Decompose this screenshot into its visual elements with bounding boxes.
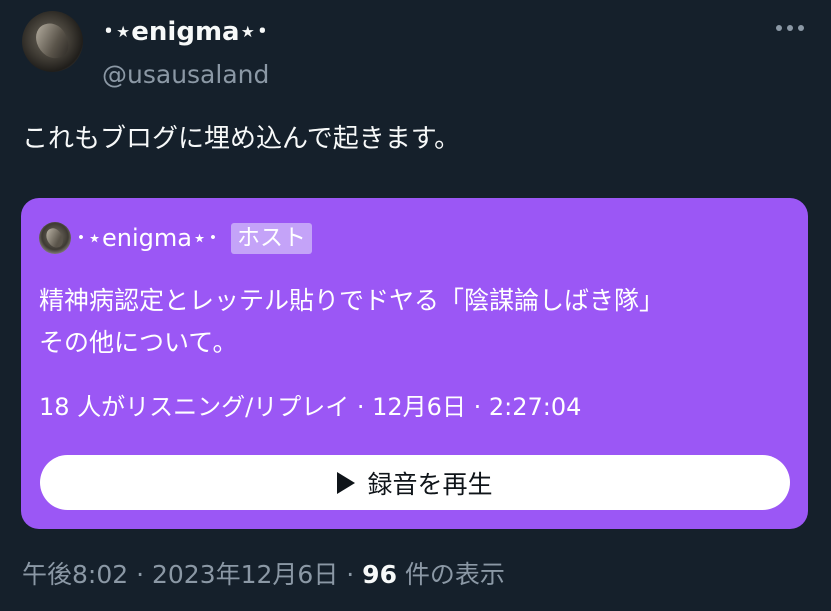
- footer-separator: ·: [338, 560, 363, 589]
- space-title: 精神病認定とレッテル貼りでドヤる「陰謀論しばき隊」 その他について。: [39, 280, 799, 364]
- space-host-row: ･⋆enigma⋆･ ホスト: [39, 216, 313, 260]
- space-title-line-1: 精神病認定とレッテル貼りでドヤる「陰謀論しばき隊」: [39, 286, 665, 315]
- host-badge: ホスト: [231, 222, 313, 254]
- author-handle[interactable]: @usausaland: [102, 56, 269, 94]
- play-recording-label: 録音を再生: [367, 469, 493, 499]
- more-options-button[interactable]: [770, 10, 810, 46]
- avatar[interactable]: [22, 11, 83, 72]
- host-avatar: [39, 222, 71, 254]
- space-title-line-2: その他について。: [39, 328, 238, 357]
- space-card[interactable]: ･⋆enigma⋆･ ホスト 精神病認定とレッテル貼りでドヤる「陰謀論しばき隊」…: [21, 198, 808, 529]
- author-display-name[interactable]: ･⋆enigma⋆･: [102, 12, 269, 52]
- host-name: ･⋆enigma⋆･: [75, 224, 220, 252]
- play-icon: [337, 471, 356, 494]
- tweet-text: これもブログに埋め込んで起きます。: [22, 124, 461, 154]
- space-meta: 18 人がリスニング/リプレイ · 12月6日 · 2:27:04: [39, 393, 582, 421]
- tweet-footer: 午後8:02 · 2023年12月6日 · 96 件の表示: [22, 553, 505, 597]
- tweet-time[interactable]: 午後8:02: [22, 560, 128, 589]
- tweet-date[interactable]: 2023年12月6日: [152, 560, 338, 589]
- footer-separator: ·: [128, 560, 152, 589]
- play-recording-button[interactable]: 録音を再生: [40, 455, 790, 510]
- more-horizontal-icon: [776, 25, 804, 31]
- views-label: 件の表示: [396, 560, 505, 589]
- views-count[interactable]: 96: [362, 560, 397, 589]
